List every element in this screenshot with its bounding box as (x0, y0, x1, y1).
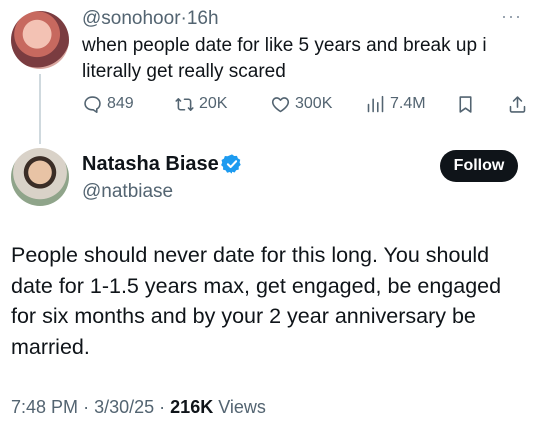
views-count: 7.4M (390, 95, 426, 112)
reply-count: 849 (107, 95, 134, 112)
bookmark-button[interactable] (455, 94, 476, 115)
reply-time[interactable]: 16h (187, 8, 219, 29)
avatar-sonohoor[interactable] (11, 11, 69, 69)
reply-handle[interactable]: @sonohoor (82, 8, 181, 29)
views-button[interactable]: 7.4M (365, 94, 426, 115)
repost-count: 20K (199, 95, 228, 112)
footer-separator: · (159, 397, 166, 417)
repost-icon (175, 97, 194, 111)
like-button[interactable]: 300K (270, 94, 332, 115)
views-icon (367, 95, 384, 112)
like-icon (271, 96, 290, 112)
main-tweet-text: People should never date for this long. … (11, 243, 502, 359)
share-button[interactable] (507, 94, 528, 115)
views-total: 216K (170, 397, 214, 417)
repost-button[interactable]: 20K (174, 94, 227, 115)
bookmark-icon (459, 95, 472, 113)
more-options-button[interactable]: ··· (501, 6, 522, 27)
tweet-date[interactable]: 3/30/25 (94, 397, 154, 417)
views-label: Views (218, 397, 266, 417)
share-icon (509, 95, 526, 113)
reply-tweet-text: when people date for like 5 years and br… (82, 35, 487, 82)
tweet-time[interactable]: 7:48 PM (11, 397, 78, 417)
reply-meta: @sonohoor·16h (82, 8, 219, 30)
author-handle[interactable]: @natbiase (82, 181, 173, 203)
like-count: 300K (295, 95, 333, 112)
tweet-timestamp-footer: 7:48 PM · 3/30/25 · 216K Views (11, 397, 266, 418)
reply-action-bar: 849 20K 300K 7.4M (0, 93, 540, 115)
author-name[interactable]: Natasha Biase (82, 153, 219, 176)
verified-badge-icon (221, 154, 241, 174)
reply-button[interactable]: 849 (82, 94, 134, 115)
follow-button[interactable]: Follow (440, 150, 518, 182)
reply-icon (84, 95, 101, 113)
avatar-natbiase[interactable] (11, 148, 69, 206)
footer-separator: · (83, 397, 90, 417)
